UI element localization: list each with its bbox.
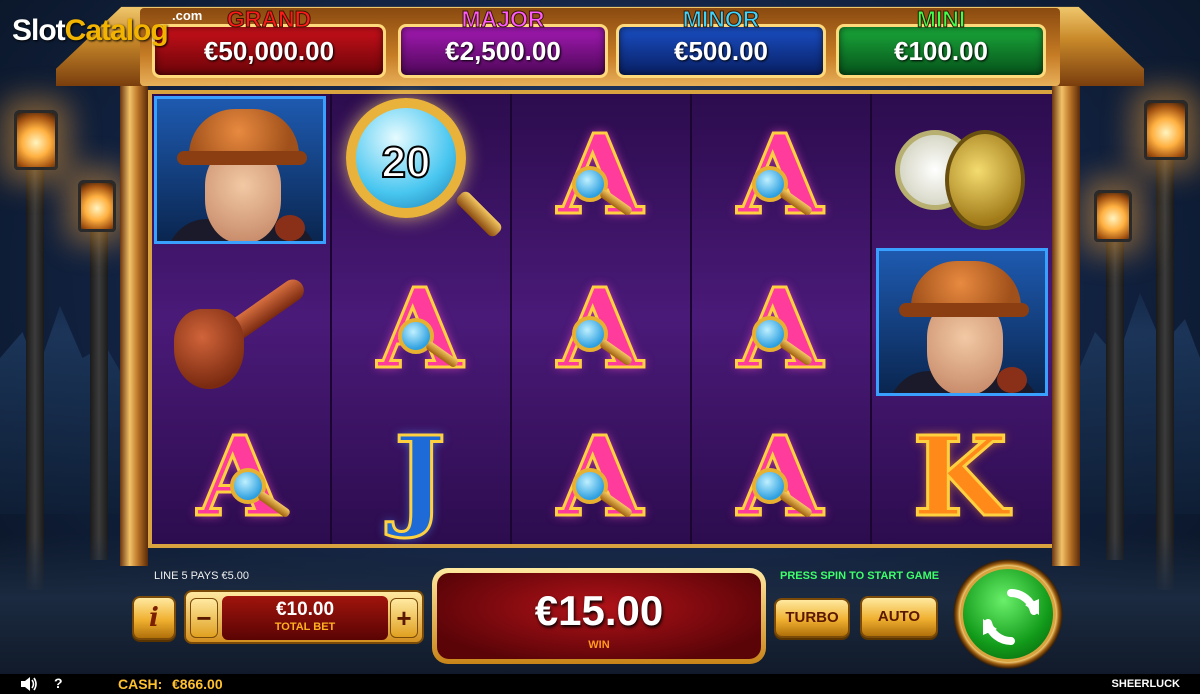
auto-button[interactable]: AUTO [860,596,938,638]
watch-lid [945,130,1025,230]
street-lamp-light [78,180,116,232]
street-lamp-light [14,110,58,170]
jackpot-mini: MINI €100.00 [836,6,1046,78]
reel-4: A A A [692,94,872,544]
letter-a-symbol: A [512,402,688,552]
press-spin-text: PRESS SPIN TO START GAME [780,570,940,582]
jackpot-grand-value: €50,000.00 [203,36,335,66]
total-bet-label: TOTAL BET [274,621,336,633]
street-lamp-post [26,170,44,590]
jackpot-major-value: €2,500.00 [445,36,561,66]
win-label: WIN [588,639,610,651]
pocket-watch-icon [885,110,1035,240]
pipe-icon [275,215,305,241]
symbol-letter: J [392,412,447,541]
spin-button-face[interactable] [960,566,1056,662]
info-button[interactable]: i [132,596,176,640]
win-display: €15.00 WIN [432,568,766,664]
frame-pillar-left [120,86,148,566]
logo-text-slot: Slot [12,14,66,47]
cash-label: CASH: [118,676,163,692]
reel-3: A A A [512,94,692,544]
detective-portrait-symbol [154,96,326,244]
hat-brim [899,303,1029,317]
jackpot-major-label: MAJOR [461,6,545,33]
turbo-button[interactable]: TURBO [774,598,850,638]
letter-a-symbol: A [152,402,328,552]
letter-a-symbol: A [332,254,508,404]
bonus-magnifier-symbol: 20 [342,94,504,244]
letter-a-symbol: A [692,402,868,552]
bet-control: − €10.00 TOTAL BET + [184,590,424,644]
reel-2: 20 A J [332,94,512,544]
total-bet-display: €10.00 TOTAL BET [222,596,388,640]
pipe-symbol [152,254,328,404]
jackpot-mini-value: €100.00 [894,36,988,66]
pipe-icon [997,367,1027,393]
jackpot-major: MAJOR €2,500.00 [398,6,608,78]
help-button[interactable]: ? [54,675,63,691]
increase-bet-button[interactable]: + [390,598,418,638]
frame-pillar-right [1052,86,1080,566]
street-lamp-light [1094,190,1132,242]
street-lamp-light [1144,100,1188,160]
smoking-pipe-icon [160,269,320,389]
reel-1: A [152,94,332,544]
letter-j-symbol: J [332,402,508,552]
spin-arrows-icon [983,589,1039,645]
street-lamp-post [1106,240,1124,560]
reel-area: A 20 A J A A A [148,90,1052,548]
letter-a-symbol: A [692,254,868,404]
letter-a-symbol: A [692,100,868,250]
letter-a-symbol: A [512,100,688,250]
spin-button[interactable] [950,556,1066,672]
pipe-bowl [174,309,244,389]
street-lamp-post [1156,160,1174,590]
total-bet-value: €10.00 [275,599,335,620]
jackpot-mini-label: MINI [916,6,966,33]
cash-value: €866.00 [172,676,223,692]
logo-suffix: .com [172,8,203,23]
letter-k-symbol: K [872,402,1048,552]
jackpot-minor-value: €500.00 [674,36,768,66]
logo-text-catalog: Catalog [64,14,169,47]
jackpot-minor: MINOR €500.00 [616,6,826,78]
game-name: SHEERLUCK [1111,678,1180,690]
site-logo: SlotCatalog .com [12,8,202,48]
pocket-watch-symbol [872,100,1048,250]
hat-brim [177,151,307,165]
win-value: €15.00 [534,587,664,634]
line-pays-text: LINE 5 PAYS €5.00 [154,570,249,582]
decrease-bet-button[interactable]: − [190,598,218,638]
speaker-icon[interactable] [20,676,38,692]
reel-5: K [872,94,1052,544]
street-lamp-post [90,230,108,560]
bonus-value: 20 [381,137,432,188]
letter-a-symbol: A [512,254,688,404]
detective-portrait-symbol [876,248,1048,396]
jackpot-minor-label: MINOR [682,6,760,33]
win-panel: €15.00 WIN [437,573,761,659]
symbol-letter: K [911,412,1010,541]
magnifier-handle [454,189,504,239]
